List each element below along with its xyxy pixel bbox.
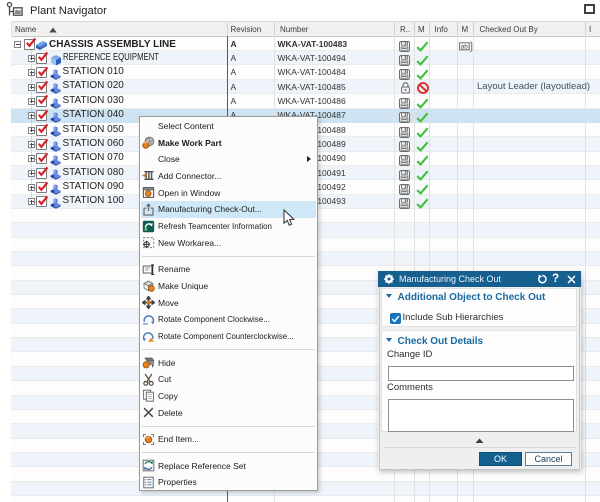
- svg-text:ab: ab: [461, 43, 469, 50]
